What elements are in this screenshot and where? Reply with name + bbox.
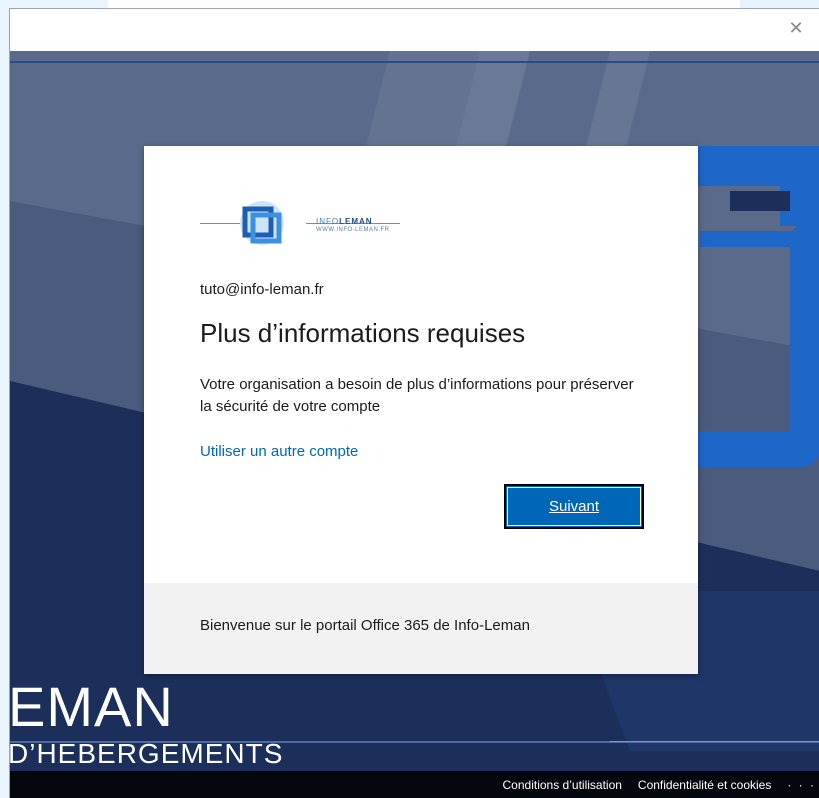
footer-links: Conditions d’utilisation Confidentialité… (503, 771, 819, 798)
desktop: ✕ EMAN D’HEBERGEMENTS Conditions d’utili… (0, 0, 819, 798)
welcome-message: Bienvenue sur le portail Office 365 de I… (200, 617, 530, 634)
background-brand-subtext: D’HEBERGEMENTS (9, 738, 284, 769)
dialog-footer: Bienvenue sur le portail Office 365 de I… (144, 583, 698, 674)
more-options-icon[interactable]: · · · (787, 778, 816, 792)
close-icon[interactable]: ✕ (782, 15, 810, 43)
logo-wordmark: INFOLEMAN WWW.INFO-LEMAN.FR (316, 217, 390, 233)
account-email: tuto@info-leman.fr (200, 281, 324, 298)
next-button[interactable]: Suivant (504, 484, 644, 529)
privacy-link[interactable]: Confidentialité et cookies (638, 778, 771, 792)
company-logo: INFOLEMAN WWW.INFO-LEMAN.FR (200, 201, 400, 245)
window-titlebar: ✕ (10, 9, 819, 51)
terms-link[interactable]: Conditions d’utilisation (503, 778, 622, 792)
use-another-account-link[interactable]: Utiliser un autre compte (200, 443, 358, 460)
background-brand-text: EMAN (9, 675, 174, 738)
dialog-main: INFOLEMAN WWW.INFO-LEMAN.FR tuto@info-le… (144, 146, 698, 574)
info-description: Votre organisation a besoin de plus d’in… (200, 376, 634, 415)
sign-in-dialog: INFOLEMAN WWW.INFO-LEMAN.FR tuto@info-le… (144, 146, 698, 674)
page-footer: Conditions d’utilisation Confidentialité… (10, 771, 819, 798)
page-title: Plus d’informations requises (200, 318, 526, 348)
login-window: ✕ EMAN D’HEBERGEMENTS Conditions d’utili… (9, 8, 819, 798)
